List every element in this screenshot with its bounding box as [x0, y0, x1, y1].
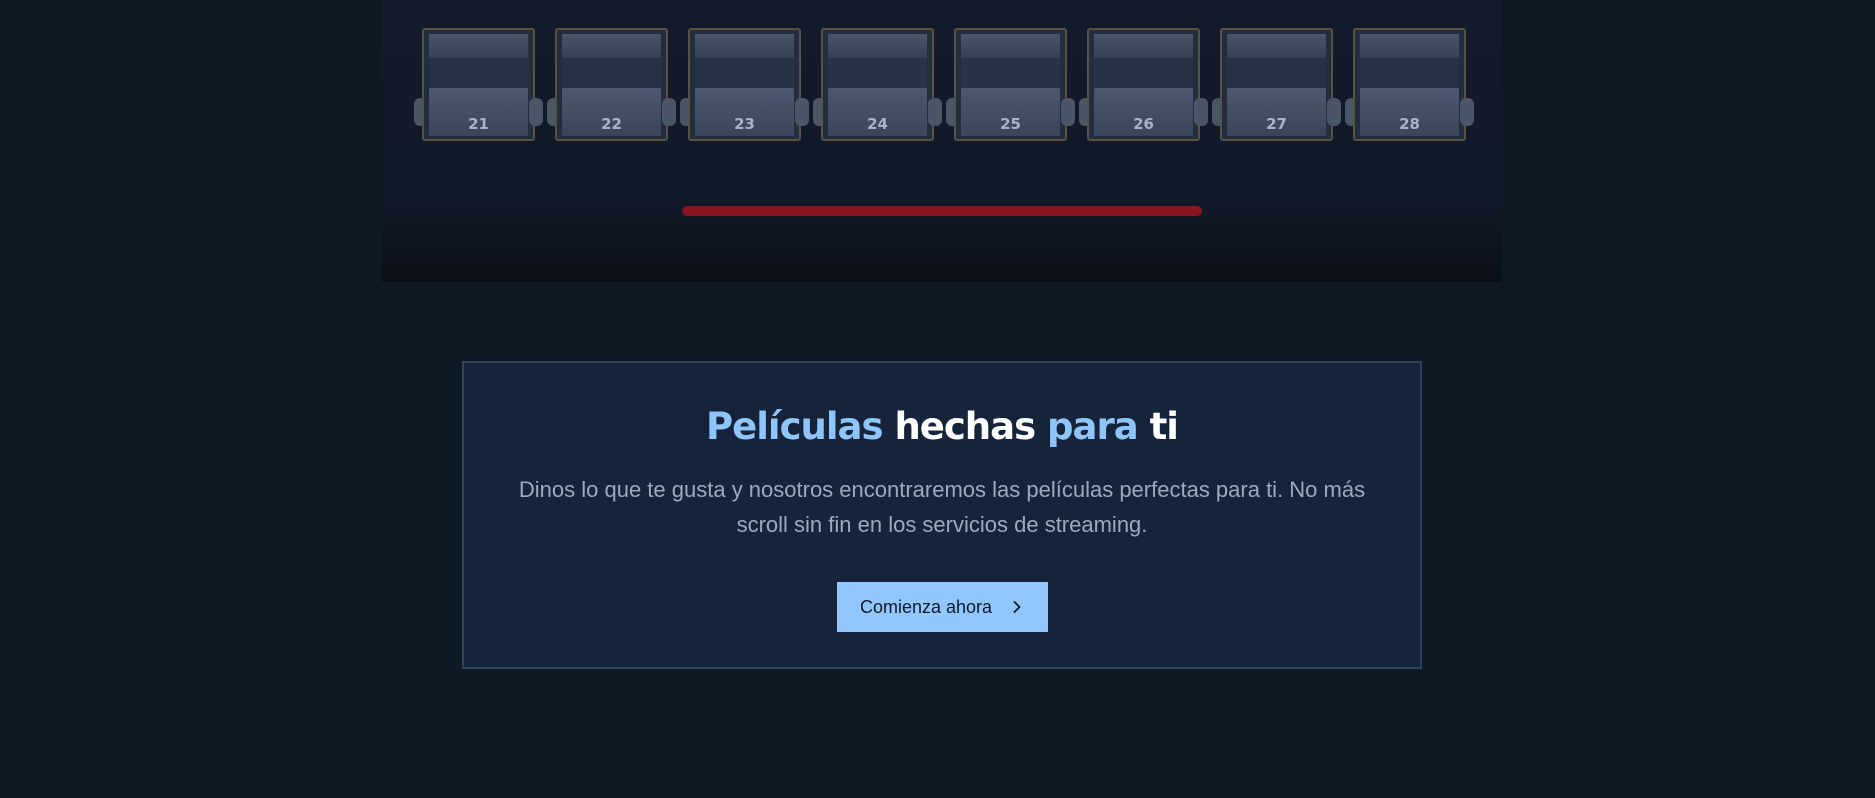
seat-body: 25 [954, 28, 1067, 141]
seat-armrest [928, 98, 942, 126]
seat-armrest [1460, 98, 1474, 126]
seat[interactable]: 27 [1212, 28, 1341, 141]
seat-number: 22 [601, 115, 622, 133]
cta-title: Películas hechas para ti [464, 405, 1420, 448]
seat-body: 28 [1353, 28, 1466, 141]
seat[interactable]: 23 [680, 28, 809, 141]
cinema-screen-bar [682, 206, 1202, 216]
cta-description: Dinos lo que te gusta y nosotros encontr… [518, 477, 1366, 537]
seat-body: 22 [555, 28, 668, 141]
seat-armrest [1327, 98, 1341, 126]
seat-body: 27 [1220, 28, 1333, 141]
seat-number: 21 [468, 115, 489, 133]
seat-armrest [1194, 98, 1208, 126]
seat-row: 21 22 23 24 25 26 27 28 [414, 28, 1474, 141]
seat-body: 21 [422, 28, 535, 141]
seat-body: 23 [688, 28, 801, 141]
chevron-right-icon [1013, 601, 1021, 613]
seat[interactable]: 26 [1079, 28, 1208, 141]
seat[interactable]: 24 [813, 28, 942, 141]
seat-armrest [529, 98, 543, 126]
theater-seat-map: 21 22 23 24 25 26 27 28 [382, 0, 1502, 282]
seat-body: 24 [821, 28, 934, 141]
cta-title-accent-1: Películas [706, 405, 884, 448]
seat[interactable]: 22 [547, 28, 676, 141]
start-now-button-label: Comienza ahora [859, 596, 993, 617]
seat[interactable]: 28 [1345, 28, 1474, 141]
seat[interactable]: 21 [414, 28, 543, 141]
seat-number: 28 [1399, 115, 1420, 133]
seat-number: 24 [867, 115, 888, 133]
page: 21 22 23 24 25 26 27 28 Películas hechas… [0, 0, 1875, 798]
cta-card: Películas hechas para ti Dinos lo que te… [462, 361, 1422, 669]
seat-number: 25 [1000, 115, 1021, 133]
seat-body: 26 [1087, 28, 1200, 141]
seat-armrest [662, 98, 676, 126]
cta-title-accent-2: para [1047, 405, 1139, 448]
cta-title-word-2: hechas [894, 405, 1036, 448]
seat-number: 27 [1266, 115, 1287, 133]
seat-number: 23 [734, 115, 755, 133]
seat[interactable]: 25 [946, 28, 1075, 141]
seat-number: 26 [1133, 115, 1154, 133]
seat-armrest [1061, 98, 1075, 126]
start-now-button[interactable]: Comienza ahora [836, 582, 1048, 632]
seat-armrest [795, 98, 809, 126]
cta-title-word-4: ti [1149, 405, 1179, 448]
